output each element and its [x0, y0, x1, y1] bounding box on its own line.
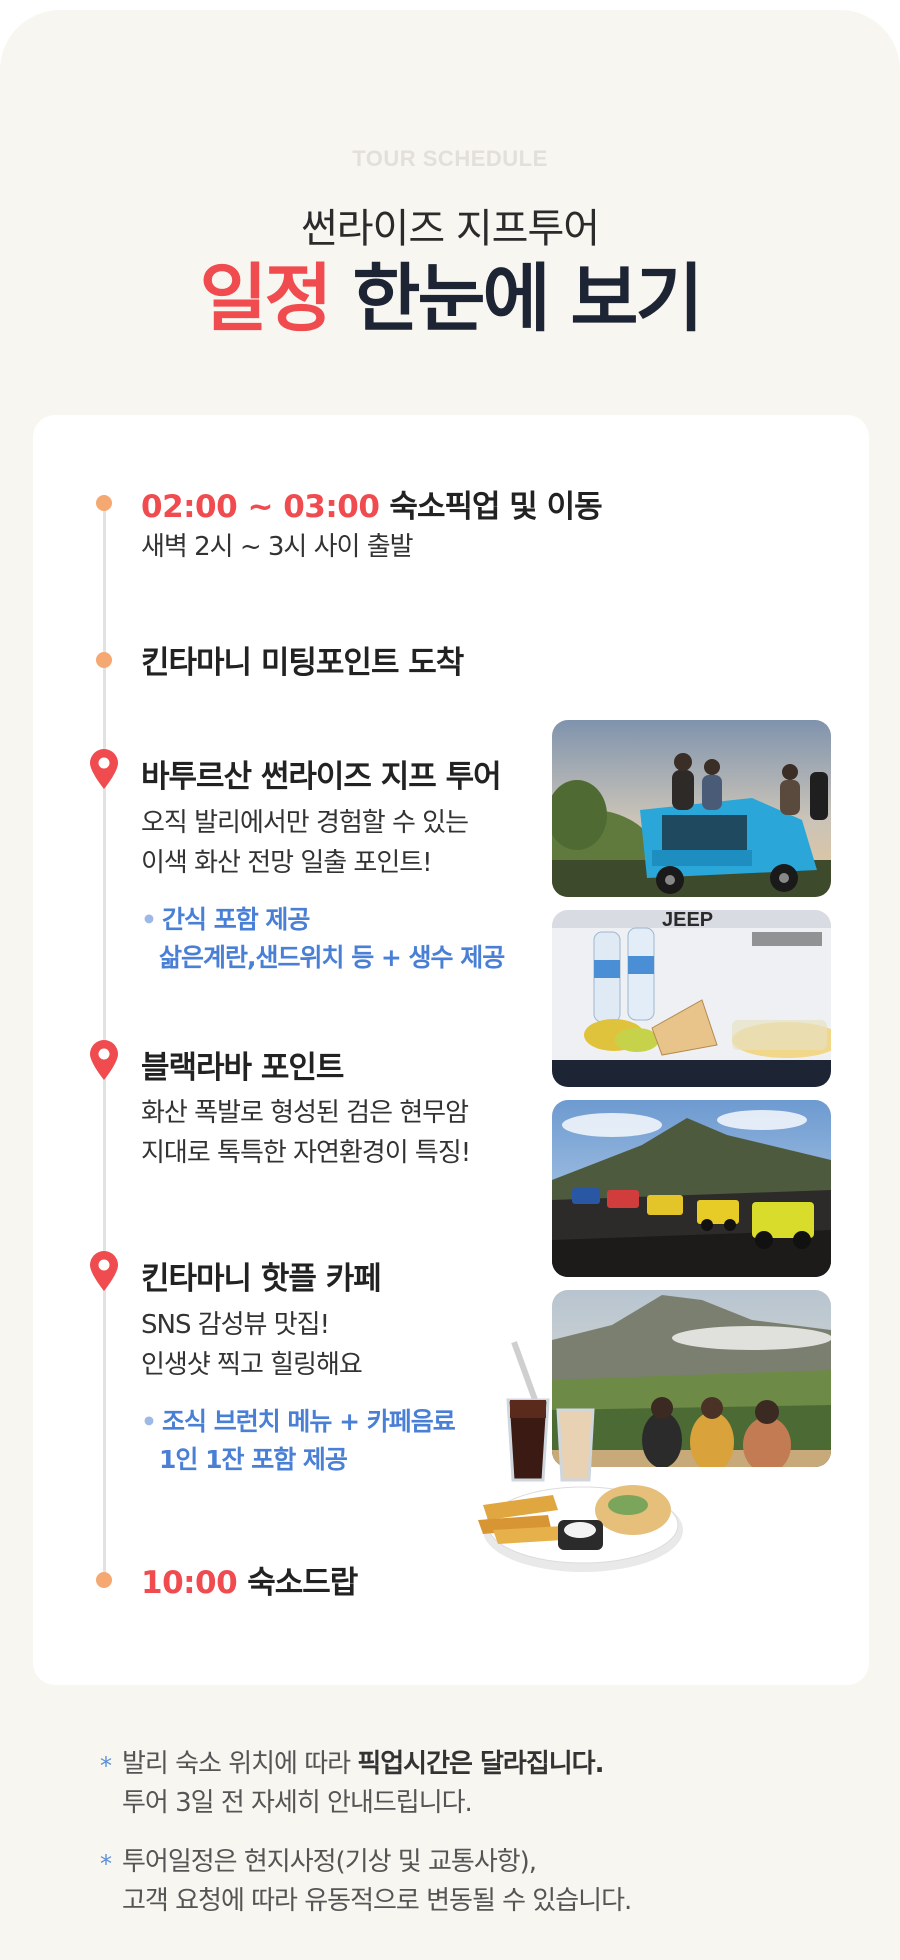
location-pin-icon — [90, 749, 118, 789]
timeline-title: 킨타마니 미팅포인트 도착 — [141, 645, 464, 681]
title-rest: 한눈에 보기 — [352, 256, 703, 342]
note-bullet: • — [141, 905, 157, 934]
timeline-title-text: 숙소픽업 및 이동 — [389, 489, 602, 525]
footnote-bold: 픽업시간은 달라집니다. — [357, 1749, 604, 1779]
note-line: 1인 1잔 포함 제공 — [159, 1445, 348, 1474]
page-subtitle: 썬라이즈 지프투어 — [300, 206, 600, 252]
timeline-desc: 새벽 2시 ~ 3시 사이 출발 — [141, 532, 414, 562]
timeline-time: 10:00 — [141, 1565, 238, 1601]
note-line: 조식 브런치 메뉴 + 카페음료 — [161, 1407, 456, 1436]
note-line: 간식 포함 제공 — [161, 905, 310, 934]
timeline-time: 02:00 ~ 03:00 — [141, 489, 380, 525]
black-lava-jeeps-photo — [552, 1100, 831, 1277]
jeep-sunrise-photo — [552, 720, 831, 897]
timeline-title: 바투르산 썬라이즈 지프 투어 — [141, 759, 502, 795]
footnote-text: 투어 3일 전 자세히 안내드립니다. — [122, 1788, 473, 1818]
title-accent: 일정 — [199, 256, 332, 342]
timeline-title: 블랙라바 포인트 — [141, 1050, 344, 1086]
timeline-desc: SNS 감성뷰 맛집! — [141, 1310, 330, 1340]
location-pin-icon — [90, 1251, 118, 1291]
footnote: * 투어일정은 현지사정(기상 및 교통사항), 고객 요청에 따라 유동적으로… — [100, 1843, 840, 1921]
timeline-desc: 지대로 톡특한 자연환경이 특징! — [141, 1138, 471, 1168]
footnote: * 발리 숙소 위치에 따라 픽업시간은 달라집니다. 투어 3일 전 자세히 … — [100, 1745, 840, 1823]
brunch-plate-photo — [463, 1330, 703, 1580]
snack-breakfast-photo: JEEP — [552, 910, 831, 1087]
schedule-card: 02:00 ~ 03:00 숙소픽업 및 이동 새벽 2시 ~ 3시 사이 출발 … — [33, 415, 869, 1685]
footnotes: * 발리 숙소 위치에 따라 픽업시간은 달라집니다. 투어 3일 전 자세히 … — [100, 1745, 840, 1941]
dot-icon — [96, 495, 112, 511]
schedule-page: TOUR SCHEDULE 썬라이즈 지프투어 일정 한눈에 보기 02:00 … — [0, 10, 900, 1960]
footnote-text: 고객 요청에 따라 유동적으로 변동될 수 있습니다. — [122, 1886, 632, 1916]
timeline-desc: 화산 폭발로 형성된 검은 현무암 — [141, 1098, 469, 1128]
asterisk-icon: * — [100, 1752, 112, 1780]
footnote-text: 투어일정은 현지사정(기상 및 교통사항), — [122, 1847, 537, 1877]
timeline-desc: 인생샷 찍고 힐링해요 — [141, 1350, 363, 1380]
timeline-note: • 조식 브런치 메뉴 + 카페음료 1인 1잔 포함 제공 — [141, 1403, 456, 1479]
page-title: 일정 한눈에 보기 — [0, 262, 900, 336]
timeline-title: 02:00 ~ 03:00 숙소픽업 및 이동 — [141, 481, 603, 526]
location-pin-icon — [90, 1040, 118, 1080]
timeline-note: • 간식 포함 제공 삶은계란,샌드위치 등 + 생수 제공 — [141, 901, 505, 977]
footnote-text: 발리 숙소 위치에 따라 — [122, 1749, 358, 1779]
jeep-badge-text: JEEP — [662, 910, 713, 931]
timeline-desc: 이색 화산 전망 일출 포인트! — [141, 848, 433, 878]
timeline-title-text: 숙소드랍 — [247, 1565, 358, 1601]
timeline-title: 10:00 숙소드랍 — [141, 1557, 358, 1602]
note-line: 삶은계란,샌드위치 등 + 생수 제공 — [159, 943, 505, 972]
asterisk-icon: * — [100, 1850, 112, 1878]
dot-icon — [96, 1572, 112, 1588]
timeline-title: 킨타마니 핫플 카페 — [141, 1261, 382, 1297]
timeline-desc: 오직 발리에서만 경험할 수 있는 — [141, 808, 469, 838]
note-bullet: • — [141, 1407, 157, 1436]
dot-icon — [96, 652, 112, 668]
eyebrow-label: TOUR SCHEDULE — [352, 146, 548, 171]
